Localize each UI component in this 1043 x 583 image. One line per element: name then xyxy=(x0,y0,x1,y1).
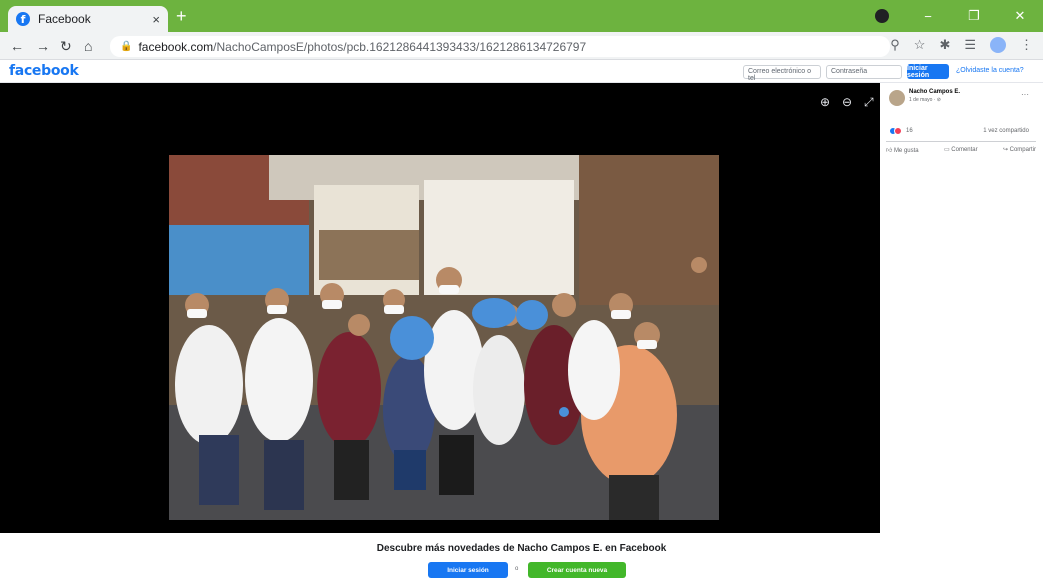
share-label: Compartir xyxy=(1009,147,1036,153)
share-count[interactable]: 1 vez compartido xyxy=(983,128,1029,134)
account-avatar[interactable] xyxy=(990,37,1006,53)
reaction-count: 16 xyxy=(906,128,913,134)
author-name[interactable]: Nacho Campos E. xyxy=(909,89,960,95)
address-bar[interactable]: 🔒 facebook.com/NachoCamposE/photos/pcb.1… xyxy=(110,36,890,57)
close-window-icon[interactable]: ✕ xyxy=(997,8,1043,24)
reading-list-icon[interactable]: ☰ xyxy=(964,37,976,53)
like-label: Me gusta xyxy=(893,148,919,154)
minimize-icon[interactable]: − xyxy=(905,9,951,24)
zoom-in-icon[interactable]: ⊕ xyxy=(820,95,830,109)
thumbs-up-icon: 👍︎ xyxy=(886,148,894,154)
reactions[interactable]: 16 xyxy=(889,127,913,135)
post-date[interactable]: 1 de mayo · ⊘ xyxy=(909,97,941,103)
maximize-icon[interactable]: ❐ xyxy=(951,8,997,24)
reload-icon[interactable]: ↻ xyxy=(60,37,72,55)
browser-tab[interactable]: f Facebook × xyxy=(8,6,168,32)
signup-prompt-title: Descubre más novedades de Nacho Campos E… xyxy=(376,543,667,554)
create-account-button[interactable]: Crear cuenta nueva xyxy=(528,562,626,578)
zoom-icon[interactable]: ⚲ xyxy=(890,37,900,53)
tab-close-icon[interactable]: × xyxy=(152,12,160,27)
or-separator: o xyxy=(515,566,519,572)
url-host: facebook.com xyxy=(138,39,214,54)
zoom-out-icon[interactable]: ⊖ xyxy=(842,95,852,109)
author-avatar[interactable] xyxy=(889,90,905,106)
photo-scene xyxy=(169,155,719,520)
comment-button[interactable]: ▭ Comentar xyxy=(944,146,978,154)
fb-header: facebook Correo electrónico o tel Contra… xyxy=(0,61,1043,83)
browser-toolbar: ← → ↻ ⌂ 🔒 facebook.com/NachoCamposE/phot… xyxy=(0,32,1043,60)
password-field[interactable]: Contraseña xyxy=(826,65,902,79)
fullscreen-icon[interactable]: ⤢ xyxy=(864,95,874,110)
forward-icon[interactable]: → xyxy=(36,37,50,55)
photo-viewer: ⊕ ⊖ ⤢ xyxy=(0,83,880,533)
new-tab-icon[interactable]: + xyxy=(176,7,187,25)
browser-titlebar: f Facebook × + − ❐ ✕ xyxy=(0,0,1043,32)
profile-icon[interactable] xyxy=(875,9,889,23)
like-button[interactable]: 👍︎ Me gusta xyxy=(886,146,919,154)
login-button[interactable]: Iniciar sesión xyxy=(907,64,949,79)
post-photo[interactable] xyxy=(169,155,719,520)
forgot-account-link[interactable]: ¿Olvidaste la cuenta? xyxy=(956,67,1024,74)
banner-login-button[interactable]: Iniciar sesión xyxy=(428,562,508,578)
facebook-favicon-icon: f xyxy=(16,12,30,26)
lock-icon: 🔒 xyxy=(120,41,133,52)
love-reaction-icon xyxy=(894,127,902,135)
more-options-icon[interactable]: ··· xyxy=(1021,90,1029,99)
comment-label: Comentar xyxy=(951,147,978,153)
email-field[interactable]: Correo electrónico o tel xyxy=(743,65,821,82)
extensions-icon[interactable]: ✱ xyxy=(939,37,950,53)
share-button[interactable]: ↪ Compartir xyxy=(1003,146,1036,154)
post-side-panel: Nacho Campos E. 1 de mayo · ⊘ ··· 16 1 v… xyxy=(880,83,1043,533)
url-path: /NachoCamposE/photos/pcb.162128644139343… xyxy=(213,39,587,54)
back-icon[interactable]: ← xyxy=(10,37,24,55)
menu-icon[interactable]: ⋮ xyxy=(1020,37,1033,53)
share-icon: ↪ xyxy=(1002,147,1010,153)
post-actions: 👍︎ Me gusta ▭ Comentar ↪ Compartir xyxy=(886,141,1036,154)
tab-title: Facebook xyxy=(38,12,91,26)
star-icon[interactable]: ☆ xyxy=(914,37,926,53)
facebook-logo[interactable]: facebook xyxy=(9,63,79,79)
home-icon[interactable]: ⌂ xyxy=(84,37,92,55)
